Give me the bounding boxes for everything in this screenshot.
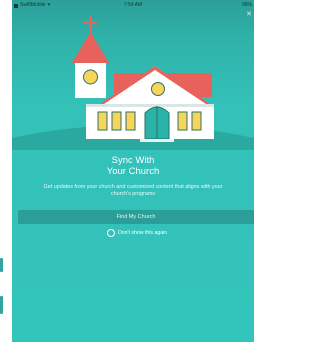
gable-round-window [151,82,165,96]
cross-icon-bar [84,21,97,24]
title-line: Sync With [111,155,155,166]
window [111,111,122,131]
radio-circle-icon[interactable] [107,229,115,237]
window [97,111,108,131]
background-app-edge [0,0,12,342]
church-illustration [12,15,254,150]
description-text: Get updates from your church and customi… [43,184,223,197]
find-my-church-button[interactable]: Find My Church [18,210,254,224]
edge-mark [0,296,3,314]
tower-window [83,69,98,85]
title-line: Your Church [106,166,160,177]
onboarding-screen: SwiftMobile ▾ 7:54 AM 99% ✕ Sync With Yo… [12,0,254,342]
window [177,111,188,131]
edge-mark [0,258,3,272]
tower-roof [72,32,109,63]
dont-show-label: Don't show this again [118,230,168,236]
body-ledge [86,104,214,107]
page-title: Sync With Your Church [12,155,254,177]
window [191,111,202,131]
dont-show-again-option[interactable]: Don't show this again [107,229,167,237]
church-step [140,139,174,142]
window [125,111,136,131]
